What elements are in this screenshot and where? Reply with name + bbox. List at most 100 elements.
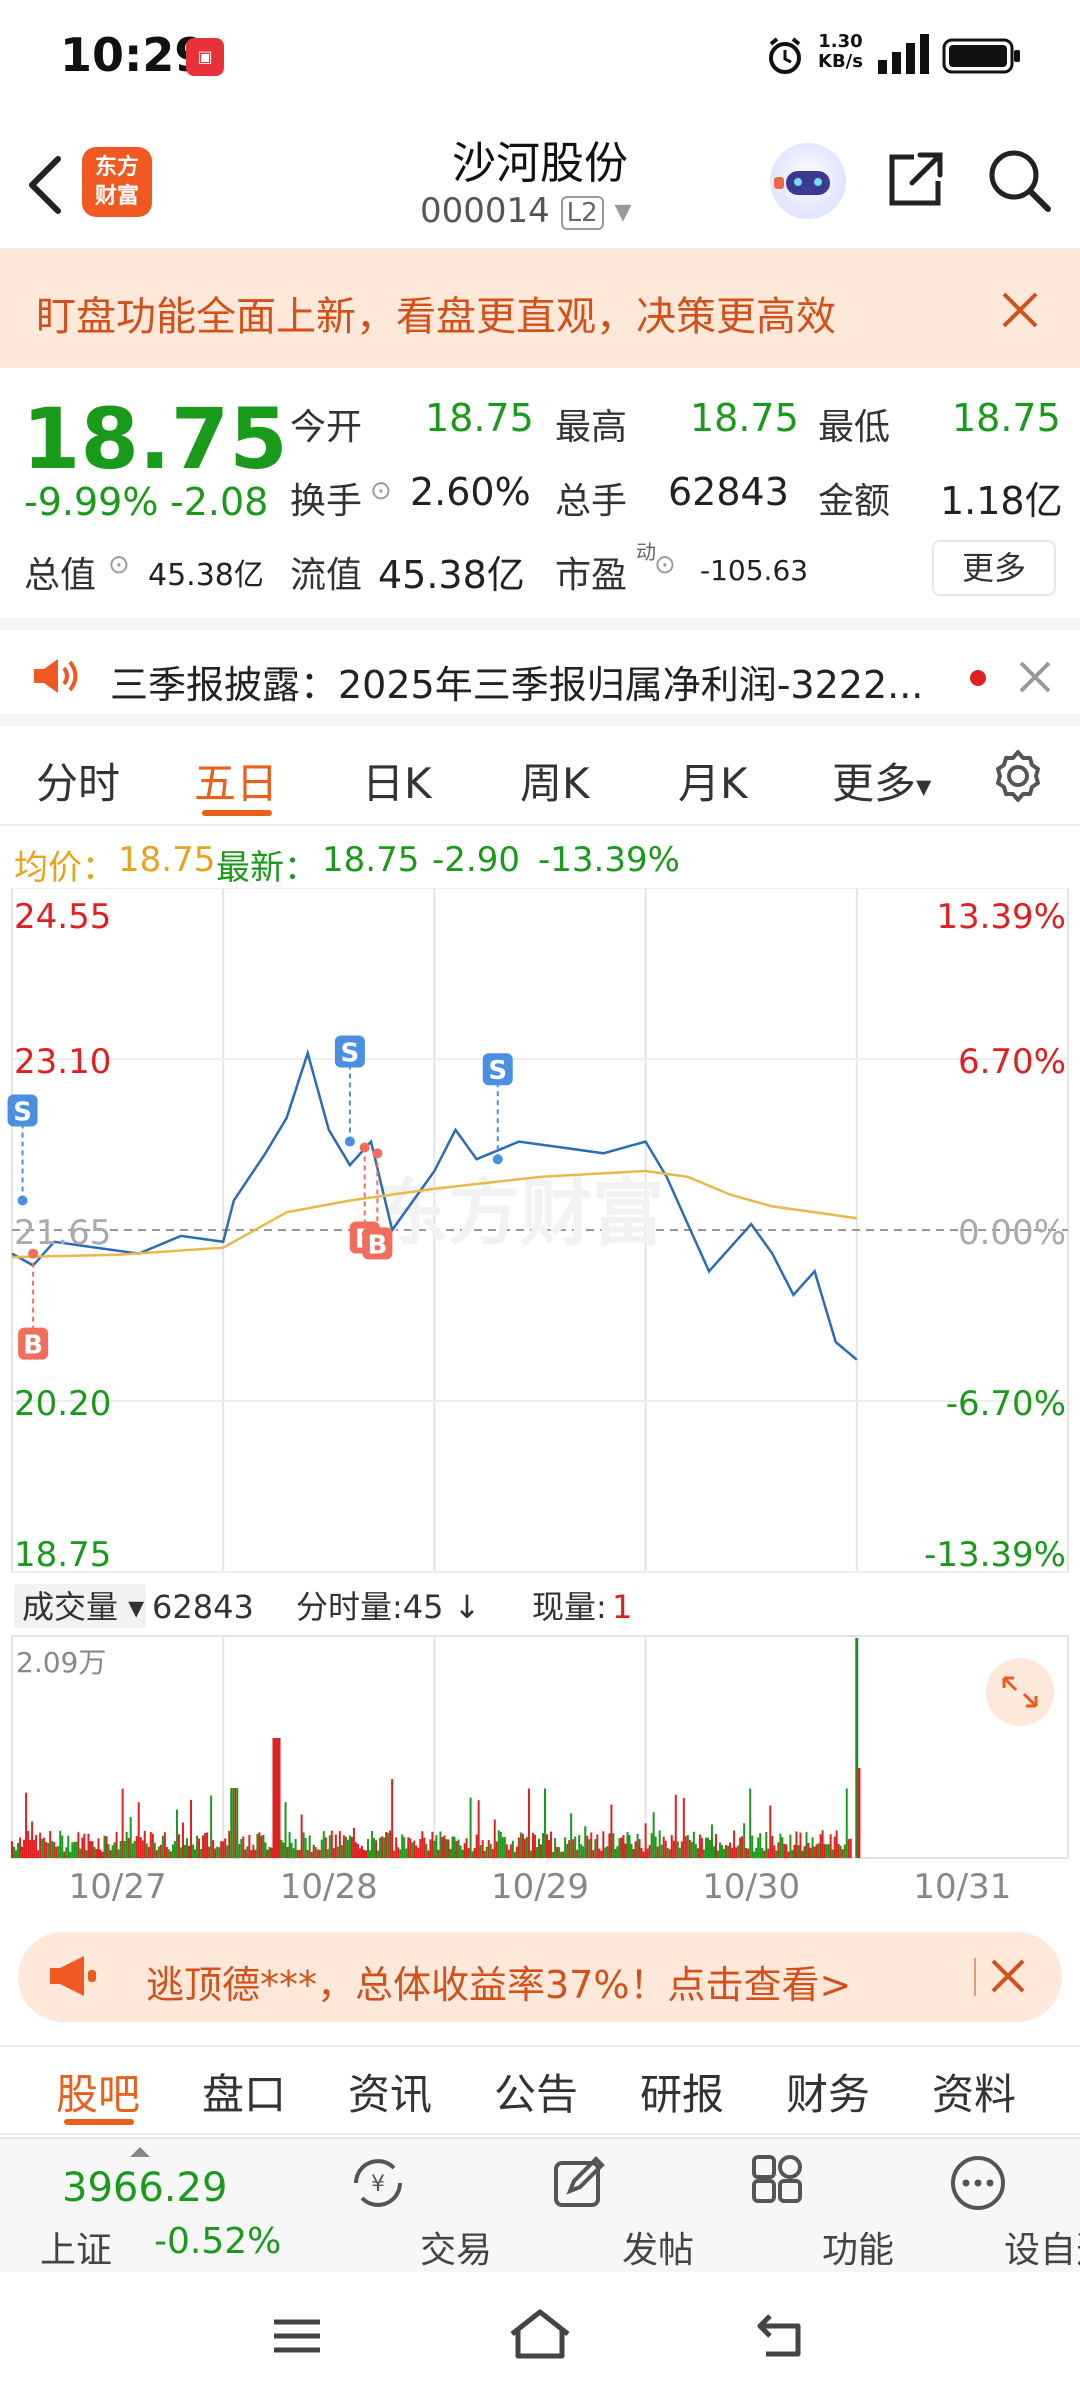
current-volume-label: 现量: [532, 1588, 607, 1626]
notice-bar[interactable]: 三季报披露：2025年三季报归属净利润-3222... [0, 618, 1080, 726]
avg-label: 均价： [14, 848, 116, 888]
alarm-icon [769, 37, 801, 74]
app-notification-icon: ▣ [186, 38, 224, 76]
volume-panel-frame [11, 1635, 1069, 1859]
y-tick-right: -6.70% [946, 1384, 1066, 1424]
logo-text-bottom: 财富 [94, 184, 139, 209]
tab-monthly-k[interactable]: 月K [678, 750, 748, 811]
more-button[interactable]: 更多 [932, 540, 1056, 596]
active-tab-indicator [202, 810, 272, 816]
latest-value: 18.75 [322, 840, 420, 880]
megaphone-icon [50, 1956, 96, 1996]
sell-marker-label: S [13, 1098, 32, 1128]
chart-tabs: 分时 五日 日K 周K 月K 更多▼ [0, 726, 1080, 826]
separator [974, 1958, 976, 1996]
nav-bar: 东方 财富 沙河股份 000014 L2 ▼ [0, 115, 1080, 250]
stock-name: 沙河股份 [452, 138, 628, 189]
ad-banner[interactable]: 逃顶德***，总体收益率37%！点击查看> [18, 1932, 1062, 2022]
buy-marker-label: B [23, 1331, 43, 1361]
index-change: -0.52% [154, 2221, 282, 2262]
edit-icon [554, 2156, 605, 2207]
tab-more[interactable]: 更多▼ [832, 750, 931, 811]
trade-icon: ¥ [354, 2159, 402, 2207]
close-icon[interactable] [990, 1958, 1026, 1994]
app-logo[interactable]: 东方 财富 [82, 147, 152, 217]
add-watchlist-button[interactable]: 设自选 [898, 2139, 1080, 2274]
info-icon[interactable]: ⊙ [654, 550, 676, 580]
info-icon[interactable]: ⊙ [370, 476, 392, 506]
five-day-chart[interactable]: 东方财富SBSBBS24.5523.1021.6520.2018.7513.39… [0, 887, 1080, 1908]
chart-canvas[interactable]: 东方财富SBSBBS24.5523.1021.6520.2018.7513.39… [0, 887, 1080, 1908]
high-value: 18.75 [690, 396, 799, 440]
y-tick-left: 18.75 [14, 1535, 111, 1575]
post-button[interactable]: 发帖 [498, 2139, 694, 2274]
search-icon[interactable] [986, 147, 1052, 213]
tab-daily-k[interactable]: 日K [362, 750, 432, 811]
tab-announcements[interactable]: 公告 [494, 2061, 578, 2122]
battery-icon [942, 38, 1020, 74]
low-value: 18.75 [952, 396, 1061, 440]
speaker-icon [34, 659, 78, 693]
y-tick-right: 13.39% [936, 897, 1066, 937]
y-tick-right: -13.39% [924, 1535, 1066, 1575]
price-info-line: 均价： 18.75 最新： 18.75 -2.90 -13.39% [0, 828, 1080, 888]
current-volume-value: 1 [612, 1588, 632, 1626]
sell-marker-label: S [488, 1056, 507, 1086]
trade-marker-dot [372, 1148, 383, 1159]
info-icon[interactable]: ⊙ [108, 550, 130, 580]
latest-change: -2.90 [432, 840, 520, 880]
latest-label: 最新： [216, 848, 318, 888]
promo-banner[interactable]: 盯盘功能全面上新，看盘更直观，决策更高效 [0, 250, 1080, 368]
notice-text: 三季报披露：2025年三季报归属净利润-3222... [110, 663, 924, 707]
close-icon[interactable] [1018, 660, 1052, 694]
tab-forum[interactable]: 股吧 [56, 2061, 140, 2122]
stock-code-selector[interactable]: 000014 L2 ▼ [420, 191, 680, 235]
trade-marker-dot [17, 1195, 28, 1206]
trade-button[interactable]: ¥ 交易 [296, 2139, 492, 2274]
index-widget[interactable]: 3966.29 上证 -0.52% [30, 2139, 290, 2274]
volume-label: 总手 [555, 481, 628, 522]
back-icon[interactable] [22, 153, 66, 217]
trade-marker-dot [359, 1142, 370, 1153]
y-tick-left: 20.20 [14, 1384, 111, 1424]
index-value: 3966.29 [62, 2165, 228, 2211]
tab-weekly-k[interactable]: 周K [520, 750, 590, 811]
open-value: 18.75 [425, 396, 534, 440]
float-label: 流值 [290, 555, 363, 596]
volume-label: 成交量 ▾ [22, 1588, 144, 1626]
system-nav-bar [0, 2272, 1080, 2400]
mktcap-label: 总值 [24, 555, 97, 596]
x-tick-label: 10/28 [280, 1867, 378, 1907]
tab-five-day[interactable]: 五日 [194, 750, 278, 811]
logo-text-top: 东方 [94, 155, 139, 180]
back-nav-icon[interactable] [756, 2312, 808, 2358]
x-tick-label: 10/30 [702, 1867, 800, 1907]
tab-profile[interactable]: 资料 [932, 2061, 1016, 2122]
share-icon[interactable] [884, 149, 946, 211]
tab-orderbook[interactable]: 盘口 [202, 2061, 286, 2122]
ai-assistant-icon[interactable] [770, 143, 846, 219]
tab-financials[interactable]: 财务 [786, 2061, 870, 2122]
tab-intraday[interactable]: 分时 [36, 750, 120, 811]
menu-icon[interactable] [272, 2316, 322, 2356]
y-tick-right: 6.70% [958, 1042, 1066, 1082]
turnover-label: 换手 [290, 481, 363, 522]
tab-news[interactable]: 资讯 [348, 2061, 432, 2122]
bottom-toolbar: 3966.29 上证 -0.52% ¥ 交易 发帖 功能 设自选 [0, 2137, 1080, 2272]
net-speed-unit: KB/s [818, 51, 863, 72]
index-name: 上证 [40, 2230, 113, 2271]
volume-value: 62843 [668, 470, 789, 514]
buy-marker-label: B [367, 1230, 387, 1260]
y-tick-right: 0.00% [958, 1213, 1066, 1253]
close-icon[interactable] [1000, 290, 1040, 330]
volume-max-label: 2.09万 [16, 1646, 106, 1679]
tab-research[interactable]: 研报 [640, 2061, 724, 2122]
home-icon[interactable] [508, 2308, 572, 2360]
gear-icon[interactable] [990, 748, 1046, 804]
functions-button[interactable]: 功能 [698, 2139, 894, 2274]
y-tick-left: 21.65 [14, 1213, 111, 1253]
float-value: 45.38亿 [378, 553, 525, 597]
trade-marker-dot [344, 1136, 355, 1147]
expand-button [986, 1658, 1054, 1726]
network-speed: 1.30 KB/s [818, 32, 863, 72]
